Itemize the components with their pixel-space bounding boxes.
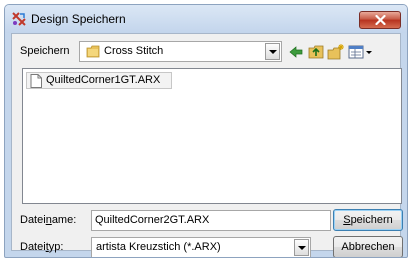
save-button[interactable]: Speichern xyxy=(333,209,403,231)
title-bar[interactable]: Design Speichern xyxy=(5,5,407,33)
chevron-down-icon[interactable] xyxy=(265,43,280,60)
save-in-label: Speichern xyxy=(20,45,70,57)
chevron-down-icon[interactable] xyxy=(294,239,309,256)
filename-input[interactable] xyxy=(95,214,325,226)
folder-name: Cross Stitch xyxy=(104,45,164,57)
filename-field[interactable] xyxy=(91,210,331,231)
document-icon xyxy=(30,74,42,88)
file-list[interactable]: QuiltedCorner1GT.ARX xyxy=(22,68,402,204)
filetype-select[interactable]: artista Kreuzstich (*.ARX) xyxy=(91,237,311,257)
dialog-body: Speichern Cross Stitch QuiltedCorner1GT.… xyxy=(11,33,403,257)
filename-label: Dateiname: xyxy=(20,214,77,226)
up-folder-icon[interactable] xyxy=(307,43,325,61)
folder-icon xyxy=(86,45,100,58)
view-menu-icon[interactable] xyxy=(348,43,374,61)
window-title: Design Speichern xyxy=(31,12,126,26)
app-icon xyxy=(12,12,26,26)
list-item[interactable]: QuiltedCorner1GT.ARX xyxy=(26,72,172,89)
folder-combobox[interactable]: Cross Stitch xyxy=(79,41,282,62)
cancel-button[interactable]: Abbrechen xyxy=(333,236,403,257)
file-name: QuiltedCorner1GT.ARX xyxy=(46,74,161,86)
save-design-dialog: Design Speichern Speichern Cross Stitch xyxy=(4,4,408,258)
filetype-label: Dateityp: xyxy=(20,241,64,253)
back-arrow-icon[interactable] xyxy=(287,43,305,61)
close-button[interactable] xyxy=(359,11,401,29)
filetype-value: artista Kreuzstich (*.ARX) xyxy=(96,241,221,253)
close-icon xyxy=(375,15,386,25)
new-folder-icon[interactable] xyxy=(327,43,345,61)
